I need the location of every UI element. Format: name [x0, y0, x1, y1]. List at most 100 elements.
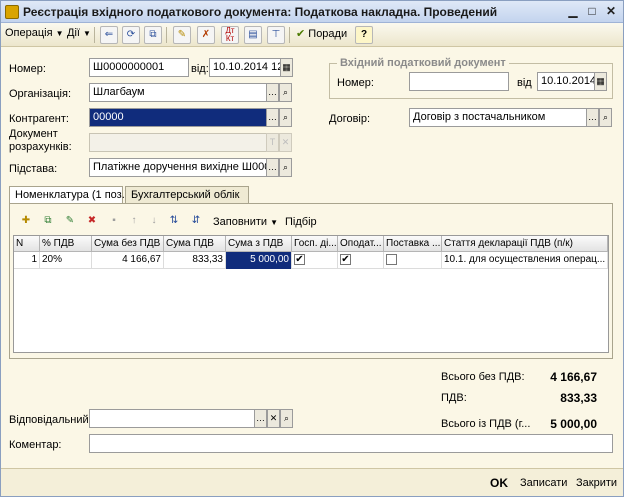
nomenclature-table[interactable]: N % ПДВ Сума без ПДВ Сума ПДВ Сума з ПДВ… [13, 235, 609, 353]
total-vat-value: 833,33 [560, 391, 597, 405]
copy-row-icon[interactable]: ⧉ [39, 213, 57, 231]
document-report-icon[interactable]: ▤ [244, 26, 262, 44]
delete-row-icon[interactable]: ✖ [83, 213, 101, 231]
open-contract-icon[interactable]: ⌕ [599, 108, 612, 127]
organization-field[interactable]: Шлагбаум [89, 83, 267, 102]
pick-button[interactable]: Підбір [285, 216, 317, 228]
settlement-doc-label: Документ [9, 128, 58, 140]
cell-sum-with-vat[interactable]: 5 000,00 [226, 252, 292, 269]
cell-vat-rate[interactable]: 20% [40, 252, 92, 269]
col-vat-sum[interactable]: Сума ПДВ [164, 236, 226, 252]
chevron-down-icon: ▼ [83, 29, 91, 38]
table-row[interactable]: 1 20% 4 166,67 833,33 5 000,00 ✔ ✔ 10.1.… [14, 252, 608, 269]
maximize-icon[interactable]: □ [584, 4, 600, 19]
tab-accounting[interactable]: Бухгалтерський облік [125, 186, 249, 204]
minimize-icon[interactable]: ▁ [565, 4, 581, 19]
close-icon[interactable]: ✕ [603, 4, 619, 19]
business-activity-checkbox[interactable]: ✔ [294, 254, 305, 265]
responsible-label: Відповідальний: [9, 414, 92, 426]
cell-n[interactable]: 1 [14, 252, 40, 269]
open-basis-icon[interactable]: ⌕ [279, 158, 292, 177]
basis-field[interactable]: Платіжне доручення вихідне Ш00000 [89, 158, 267, 177]
comment-field[interactable] [89, 434, 613, 453]
total-with-vat-value: 5 000,00 [550, 417, 597, 431]
cell-business-activity[interactable]: ✔ [292, 252, 338, 269]
col-supply[interactable]: Поставка ... [384, 236, 442, 252]
move-down-icon: ↓ [151, 215, 157, 226]
calendar-icon[interactable]: ▦ [594, 72, 607, 91]
go-back-icon[interactable]: ⇐ [100, 26, 118, 44]
col-declaration-item[interactable]: Стаття декларації ПДВ (п/к) [442, 236, 608, 252]
open-counterparty-icon[interactable]: ⌕ [279, 108, 292, 127]
calendar-icon[interactable]: ▦ [280, 58, 293, 77]
comment-label: Коментар: [9, 439, 62, 451]
fill-label: Заповнити [213, 216, 268, 228]
taxable-checkbox[interactable]: ✔ [340, 254, 351, 265]
open-responsible-icon[interactable]: ⌕ [280, 409, 293, 428]
supply-checkbox[interactable] [386, 254, 397, 265]
col-sum-without-vat[interactable]: Сума без ПДВ [92, 236, 164, 252]
cell-vat-sum[interactable]: 833,33 [164, 252, 226, 269]
open-organization-icon[interactable]: ⌕ [279, 83, 292, 102]
unpost-document-icon[interactable]: ✗ [197, 26, 215, 44]
save-button[interactable]: Записати [516, 474, 571, 493]
clear-responsible-icon[interactable]: ✕ [267, 409, 280, 428]
window-title: Реєстрація вхідного податкового документ… [23, 5, 498, 19]
organization-label: Організація: [9, 88, 71, 100]
post-document-icon[interactable]: ✎ [173, 26, 191, 44]
actions-menu-label: Дії [67, 27, 80, 39]
edit-row-icon[interactable]: ✎ [61, 213, 79, 231]
col-taxable[interactable]: Оподат... [338, 236, 384, 252]
advice-label: Поради [308, 28, 348, 40]
title-bar: Реєстрація вхідного податкового документ… [1, 1, 623, 23]
select-organization-button[interactable]: … [266, 83, 279, 102]
main-toolbar: Операція ▼ Дії ▼ ⇐ ⟳ ⧉ ✎ ✗ Дт Кт ▤ ⊤ ✔ По… [1, 23, 623, 47]
select-contract-button[interactable]: … [586, 108, 599, 127]
contract-field[interactable]: Договір з постачальником [409, 108, 587, 127]
col-vat-rate[interactable]: % ПДВ [40, 236, 92, 252]
close-button[interactable]: Закрити [572, 474, 621, 493]
structure-icon[interactable]: ⊤ [267, 26, 285, 44]
sort-desc-icon[interactable]: ⇵ [187, 213, 205, 231]
settlement-doc-field[interactable] [89, 133, 267, 152]
col-n[interactable]: N [14, 236, 40, 252]
basis-label: Підстава: [9, 163, 58, 175]
add-row-icon[interactable]: ✚ [17, 213, 35, 231]
select-basis-button[interactable]: … [266, 158, 279, 177]
from-label: від: [191, 63, 209, 75]
advice-icon: ✔ [296, 28, 306, 40]
debit-credit-icon[interactable]: Дт Кт [221, 26, 239, 44]
col-sum-with-vat[interactable]: Сума з ПДВ [226, 236, 292, 252]
responsible-field[interactable] [89, 409, 255, 428]
advice-button[interactable]: ✔ Поради [296, 27, 347, 40]
select-counterparty-button[interactable]: … [266, 108, 279, 127]
copy-icon[interactable]: ⧉ [144, 26, 162, 44]
ok-button[interactable]: OK [486, 474, 512, 493]
counterparty-label: Контрагент: [9, 113, 69, 125]
actions-menu[interactable]: Дії ▼ [67, 27, 91, 39]
settlement-doc-label-2: розрахунків: [9, 141, 72, 153]
table-header: N % ПДВ Сума без ПДВ Сума ПДВ Сума з ПДВ… [14, 236, 608, 252]
cell-declaration-item[interactable]: 10.1. для осуществления операц... [442, 252, 608, 269]
cell-sum-without-vat[interactable]: 4 166,67 [92, 252, 164, 269]
cell-supply[interactable] [384, 252, 442, 269]
sort-asc-icon[interactable]: ⇅ [165, 213, 183, 231]
toolbar-separator [166, 27, 167, 43]
number-field[interactable]: Ш0000000001 [89, 58, 189, 77]
incoming-date-field[interactable]: 10.10.2014 [537, 72, 595, 91]
clear-icon: ✕ [279, 133, 292, 152]
col-business-activity[interactable]: Госп. ді... [292, 236, 338, 252]
document-window: Реєстрація вхідного податкового документ… [0, 0, 624, 497]
fill-menu[interactable]: Заповнити ▼ [213, 216, 278, 228]
refresh-icon[interactable]: ⟳ [122, 26, 140, 44]
chevron-down-icon: ▼ [55, 29, 64, 38]
counterparty-field[interactable]: 00000 [89, 108, 267, 127]
cell-taxable[interactable]: ✔ [338, 252, 384, 269]
operation-menu[interactable]: Операція ▼ [5, 27, 64, 39]
help-button[interactable]: ? [355, 26, 373, 44]
date-field[interactable]: 10.10.2014 12:00:05 [209, 58, 281, 77]
select-responsible-button[interactable]: … [254, 409, 267, 428]
incoming-number-field[interactable] [409, 72, 509, 91]
end-edit-icon: ▪ [112, 215, 116, 226]
incoming-from-label: від [517, 77, 532, 89]
